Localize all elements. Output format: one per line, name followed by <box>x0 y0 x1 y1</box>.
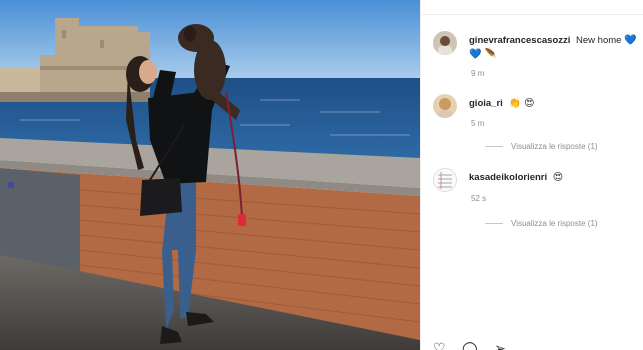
view-replies-label: Visualizza le risposte (1) <box>511 142 598 151</box>
view-replies-link[interactable]: Visualizza le risposte (1) <box>485 219 598 228</box>
avatar-photo-icon <box>433 94 457 118</box>
comment-time[interactable]: 52 s <box>471 194 486 203</box>
view-replies-label: Visualizza le risposte (1) <box>511 219 598 228</box>
comment-username[interactable]: kasadeikolorienri <box>469 172 547 183</box>
post-photo[interactable] <box>0 0 420 350</box>
comment-text: kasadeikolorienri 😍 <box>469 171 643 185</box>
share-icon[interactable]: ➢ <box>494 341 506 350</box>
replies-dash <box>485 146 503 148</box>
avatar-notebook-icon <box>434 169 456 191</box>
comment-icon[interactable]: ◯ <box>462 341 478 350</box>
divider <box>421 14 643 15</box>
avatar-photo-icon <box>433 31 457 55</box>
avatar[interactable] <box>433 31 457 55</box>
comment-username[interactable]: gioia_ri <box>469 98 503 109</box>
replies-dash <box>485 223 503 225</box>
comments-panel: ginevrafrancescasozzi New home 💙 💙 🪶 9 m… <box>420 0 643 350</box>
comment-body: New home <box>576 35 622 46</box>
comment-time[interactable]: 9 m <box>471 69 484 78</box>
comment-time[interactable]: 5 m <box>471 119 484 128</box>
comment-username[interactable]: ginevrafrancescasozzi <box>469 35 570 46</box>
comment-emoji: 😍 <box>552 172 564 183</box>
avatar[interactable] <box>433 168 457 192</box>
comment-text: ginevrafrancescasozzi New home 💙 💙 🪶 <box>469 34 643 62</box>
post-photo-image <box>0 0 420 350</box>
post-actions: ♡ ◯ ➢ <box>433 340 518 350</box>
comment-text: gioia_ri 👏 😍 <box>469 97 643 111</box>
view-replies-link[interactable]: Visualizza le risposte (1) <box>485 142 598 151</box>
comment-emoji: 👏 😍 <box>508 98 535 109</box>
avatar[interactable] <box>433 94 457 118</box>
heart-icon[interactable]: ♡ <box>433 341 446 350</box>
